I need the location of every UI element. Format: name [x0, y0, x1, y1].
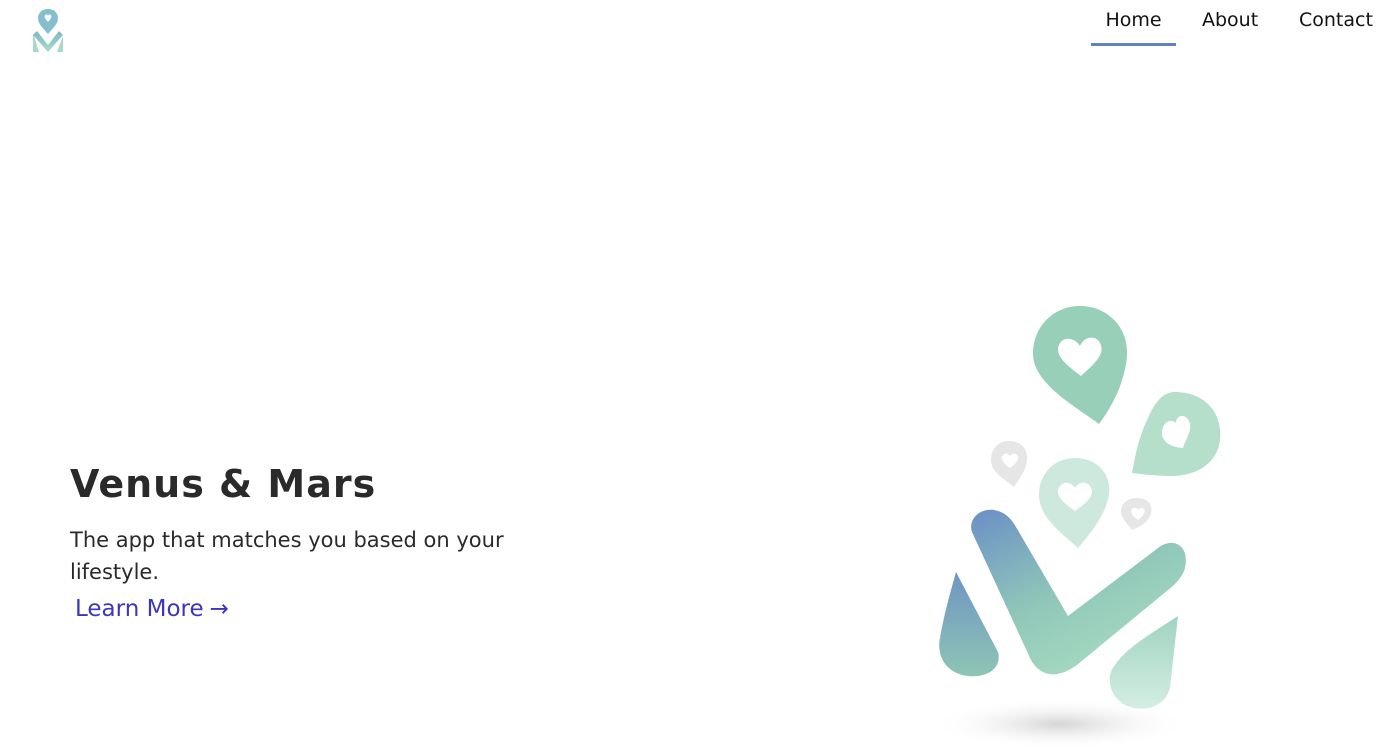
nav-about-link[interactable]: About: [1202, 0, 1258, 46]
nav-home-link[interactable]: Home: [1091, 0, 1176, 46]
active-nav-indicator: [1091, 43, 1176, 46]
main-nav: Home About Contact: [1091, 0, 1380, 46]
heart-pins-check-illustration-icon: [920, 296, 1240, 749]
logo-icon[interactable]: [30, 8, 66, 56]
nav-contact-label: Contact: [1299, 9, 1373, 31]
learn-more-link[interactable]: Learn More →: [75, 596, 229, 622]
arrow-right-icon: →: [209, 596, 229, 622]
hero-title: Venus & Mars: [70, 462, 377, 506]
hero-subtitle: The app that matches you based on your l…: [70, 528, 504, 584]
nav-home-label: Home: [1105, 9, 1162, 31]
nav-contact-link[interactable]: Contact: [1299, 0, 1380, 46]
landing-page: Home About Contact Venus & Mars The app …: [0, 0, 1380, 749]
nav-about-label: About: [1202, 9, 1259, 31]
learn-more-label: Learn More: [75, 596, 204, 622]
